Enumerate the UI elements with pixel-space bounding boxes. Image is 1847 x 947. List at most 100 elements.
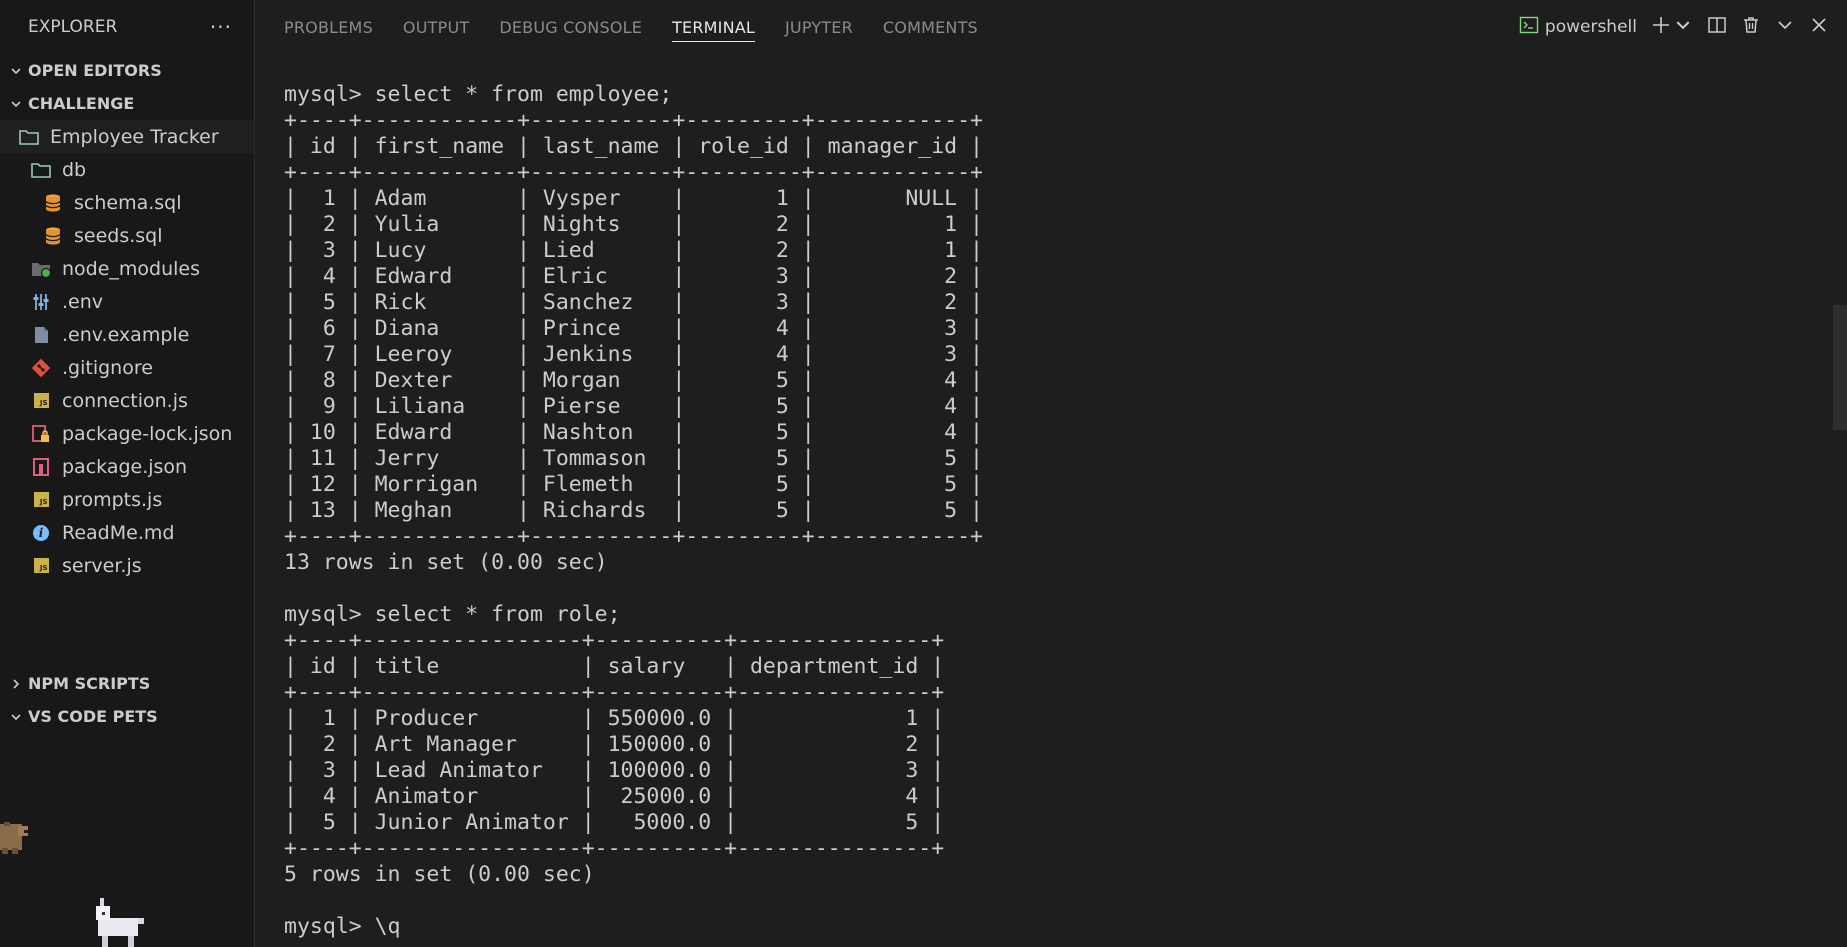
tab-debug-console[interactable]: DEBUG CONSOLE <box>499 0 642 54</box>
terminal-line: +----+------------+-----------+---------… <box>284 160 983 185</box>
terminal-line: 13 rows in set (0.00 sec) <box>284 550 608 575</box>
explorer-header: EXPLORER ··· <box>0 0 254 54</box>
maximize-panel-button[interactable] <box>1775 12 1795 42</box>
folder-icon <box>18 126 40 148</box>
tab-output[interactable]: OUTPUT <box>403 0 469 54</box>
chevron-down-icon[interactable] <box>1673 15 1693 39</box>
terminal-line: | 3 | Lead Animator | 100000.0 | 3 | <box>284 758 945 783</box>
chevron-down-icon <box>6 97 26 111</box>
tree-item-env-example[interactable]: .env.example <box>0 318 254 351</box>
panel-tab-bar: PROBLEMS OUTPUT DEBUG CONSOLE TERMINAL J… <box>255 0 1847 54</box>
new-terminal-button[interactable] <box>1651 12 1693 42</box>
tree-item-package-lock-json[interactable]: package-lock.json <box>0 417 254 450</box>
tree-item-label: seeds.sql <box>74 224 163 247</box>
terminal-shell-selector[interactable]: powershell <box>1519 12 1637 42</box>
section-label: VS CODE PETS <box>28 707 158 726</box>
tab-label: DEBUG CONSOLE <box>499 17 643 37</box>
info-icon: i <box>30 522 52 544</box>
terminal-line: | 11 | Jerry | Tommason | 5 | 5 | <box>284 446 983 471</box>
file-tree: Employee Tracker db schema.sql seeds.sql… <box>0 120 254 582</box>
terminal-line: +----+-----------------+----------+-----… <box>284 680 945 705</box>
more-actions-icon[interactable]: ··· <box>210 15 232 39</box>
section-challenge[interactable]: CHALLENGE <box>0 87 254 120</box>
shell-label: powershell <box>1544 17 1637 37</box>
tree-item-gitignore[interactable]: .gitignore <box>0 351 254 384</box>
plus-icon <box>1651 15 1671 39</box>
tree-item-employee-tracker[interactable]: Employee Tracker <box>0 120 254 153</box>
terminal-line: | 3 | Lucy | Lied | 2 | 1 | <box>284 238 983 263</box>
tree-item-env[interactable]: .env <box>0 285 254 318</box>
chevron-right-icon <box>6 677 26 691</box>
tree-item-seeds-sql[interactable]: seeds.sql <box>0 219 254 252</box>
pet-bear-icon[interactable] <box>0 822 28 854</box>
tab-terminal[interactable]: TERMINAL <box>672 0 755 54</box>
terminal-line: +----+------------+-----------+---------… <box>284 108 983 133</box>
close-panel-button[interactable] <box>1809 12 1829 42</box>
database-icon <box>42 225 64 247</box>
tree-item-package-json[interactable]: package.json <box>0 450 254 483</box>
settings-sliders-icon <box>30 291 52 313</box>
terminal-line: | 2 | Yulia | Nights | 2 | 1 | <box>284 212 983 237</box>
section-open-editors[interactable]: OPEN EDITORS <box>0 54 254 87</box>
tab-label: TERMINAL <box>672 17 756 37</box>
close-icon <box>1809 15 1829 39</box>
tree-item-prompts-js[interactable]: JS prompts.js <box>0 483 254 516</box>
section-npm-scripts[interactable]: NPM SCRIPTS <box>0 667 254 700</box>
trash-icon <box>1741 15 1761 39</box>
tree-item-label: .env <box>62 290 104 313</box>
database-icon <box>42 192 64 214</box>
tab-jupyter[interactable]: JUPYTER <box>785 0 853 54</box>
terminal-line: | id | first_name | last_name | role_id … <box>284 134 983 159</box>
terminal-line: | id | title | salary | department_id | <box>284 654 945 679</box>
terminal-line: +----+-----------------+----------+-----… <box>284 628 945 653</box>
terminal-line: | 4 | Animator | 25000.0 | 4 | <box>284 784 945 809</box>
chevron-down-icon <box>6 710 26 724</box>
split-icon <box>1707 15 1727 39</box>
split-terminal-button[interactable] <box>1707 12 1727 42</box>
section-label: CHALLENGE <box>28 94 135 113</box>
tree-item-connection-js[interactable]: JS connection.js <box>0 384 254 417</box>
tree-item-readme-md[interactable]: i ReadMe.md <box>0 516 254 549</box>
tree-item-label: .env.example <box>62 323 190 346</box>
terminal-line: | 2 | Art Manager | 150000.0 | 2 | <box>284 732 945 757</box>
pet-goat-icon[interactable] <box>96 898 144 947</box>
file-icon <box>30 324 52 346</box>
terminal-line: | 6 | Diana | Prince | 4 | 3 | <box>284 316 983 341</box>
terminal-line: mysql> \q <box>284 914 401 939</box>
terminal-line: | 12 | Morrigan | Flemeth | 5 | 5 | <box>284 472 983 497</box>
tree-item-server-js[interactable]: JS server.js <box>0 549 254 582</box>
terminal-line: | 8 | Dexter | Morgan | 5 | 4 | <box>284 368 983 393</box>
tree-item-label: package-lock.json <box>62 422 233 445</box>
node-folder-icon <box>30 258 52 280</box>
terminal-line: | 1 | Adam | Vysper | 1 | NULL | <box>284 186 983 211</box>
section-vscode-pets[interactable]: VS CODE PETS <box>0 700 254 733</box>
tree-item-label: package.json <box>62 455 188 478</box>
tree-item-schema-sql[interactable]: schema.sql <box>0 186 254 219</box>
chevron-down-icon <box>6 64 26 78</box>
terminal-line: mysql> select * from role; <box>284 602 621 627</box>
tree-item-label: node_modules <box>62 257 201 280</box>
explorer-sidebar: EXPLORER ··· OPEN EDITORS CHALLENGE Empl… <box>0 0 255 947</box>
js-icon: JS <box>30 555 52 577</box>
npm-icon <box>30 456 52 478</box>
kill-terminal-button[interactable] <box>1741 12 1761 42</box>
tab-problems[interactable]: PROBLEMS <box>284 0 373 54</box>
terminal-line: | 4 | Edward | Elric | 3 | 2 | <box>284 264 983 289</box>
git-icon <box>30 357 52 379</box>
tree-item-node-modules[interactable]: node_modules <box>0 252 254 285</box>
terminal-icon <box>1519 15 1539 39</box>
lock-icon <box>30 423 52 445</box>
tree-item-label: Employee Tracker <box>50 125 219 148</box>
terminal-line: | 5 | Rick | Sanchez | 3 | 2 | <box>284 290 983 315</box>
tree-item-db[interactable]: db <box>0 153 254 186</box>
tab-label: JUPYTER <box>785 17 853 37</box>
section-label: OPEN EDITORS <box>28 61 162 80</box>
tree-item-label: schema.sql <box>74 191 182 214</box>
terminal-line: | 7 | Leeroy | Jenkins | 4 | 3 | <box>284 342 983 367</box>
section-label: NPM SCRIPTS <box>28 674 151 693</box>
terminal-scrollbar[interactable] <box>1833 305 1847 430</box>
tab-comments[interactable]: COMMENTS <box>883 0 978 54</box>
terminal-output[interactable]: mysql> select * from employee; +----+----… <box>284 82 1807 947</box>
